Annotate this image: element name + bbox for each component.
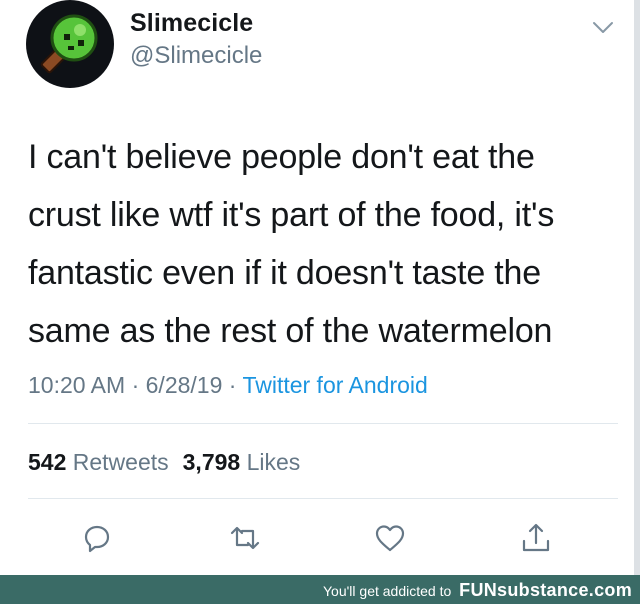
footer-brand[interactable]: FUNsubstance.com <box>459 580 632 600</box>
retweets-label: Retweets <box>72 449 169 475</box>
green-slime-popsicle-icon <box>40 14 98 74</box>
retweets-count: 542 <box>28 449 67 475</box>
footer-tagline: You'll get addicted to <box>323 583 452 599</box>
watermark: You'll get addicted to FUNsubstance.com <box>323 580 632 601</box>
chevron-down-icon[interactable] <box>591 17 615 37</box>
likes-count: 3,798 <box>182 449 241 475</box>
meta-separator: · <box>131 372 140 398</box>
divider <box>28 498 618 499</box>
reply-icon <box>84 525 110 553</box>
retweet-icon <box>230 526 260 550</box>
tweet-meta: 10:20 AM · 6/28/19 · Twitter for Android <box>28 372 428 399</box>
avatar[interactable] <box>26 0 114 88</box>
scrollbar-track <box>634 0 640 575</box>
tweet-text-line: fantastic even if it doesn't taste the <box>28 254 541 292</box>
tweet-text-line: crust like wtf it's part of the food, it… <box>28 196 555 234</box>
like-icon <box>375 525 405 552</box>
tweet-source-link[interactable]: Twitter for Android <box>242 372 427 398</box>
tweet-text-line: I can't believe people don't eat the <box>28 138 535 176</box>
reply-button[interactable] <box>80 521 114 555</box>
author-handle[interactable]: @Slimecicle <box>130 42 262 70</box>
tweet-date[interactable]: 6/28/19 <box>146 372 223 398</box>
tweet-text: I can't believe people don't eat the cru… <box>28 128 618 360</box>
meta-separator: · <box>228 372 237 398</box>
tweet-time[interactable]: 10:20 AM <box>28 372 125 398</box>
tweet-stats: 542 Retweets 3,798 Likes <box>28 449 300 476</box>
retweet-button[interactable] <box>228 521 262 555</box>
likes-stat[interactable]: 3,798 Likes <box>183 449 301 475</box>
divider <box>28 423 618 424</box>
share-button[interactable] <box>519 521 553 555</box>
retweets-stat[interactable]: 542 Retweets <box>28 449 169 475</box>
likes-label: Likes <box>246 449 301 475</box>
watermark-footer: You'll get addicted to FUNsubstance.com <box>0 575 640 604</box>
tweet-screenshot: Slimecicle @Slimecicle I can't believe p… <box>0 0 640 604</box>
like-button[interactable] <box>373 521 407 555</box>
author-display-name[interactable]: Slimecicle <box>130 9 253 38</box>
share-icon <box>522 523 550 552</box>
tweet-text-line: same as the rest of the watermelon <box>28 312 553 350</box>
